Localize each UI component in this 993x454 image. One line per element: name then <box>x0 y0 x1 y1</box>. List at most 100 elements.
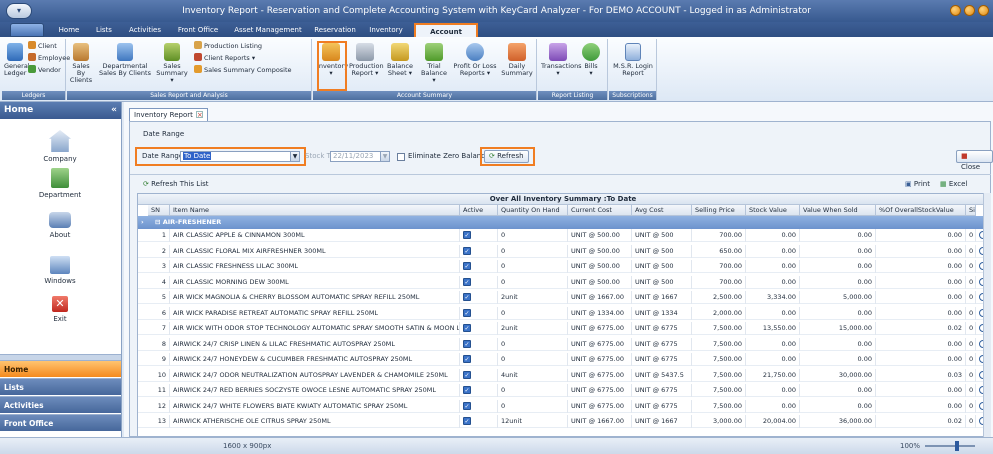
refresh-button[interactable]: ⟳ Refresh <box>484 150 529 163</box>
table-row[interactable]: 10 AIRWICK 24/7 ODOR NEUTRALIZATION AUTOS… <box>138 368 988 382</box>
client-reports-button[interactable]: Client Reports ▾ <box>194 53 255 63</box>
column-header-stock[interactable]: Stock Value <box>746 205 800 216</box>
active-checkbox[interactable]: ✓ <box>463 324 471 332</box>
active-checkbox[interactable]: ✓ <box>463 339 471 348</box>
column-header-sold[interactable]: Value When Sold <box>800 205 876 216</box>
table-row[interactable]: 6 AIR WICK PARADISE RETREAT AUTOMATIC SPR… <box>138 306 988 320</box>
table-row[interactable]: 2 AIR CLASSIC FLORAL MIX AIRFRESHNER 300M… <box>138 244 988 258</box>
profit-loss-button[interactable]: Profit Or Loss Reports ▾ <box>453 43 497 77</box>
bills-button[interactable]: Bills ▾ <box>578 43 604 77</box>
tab-inventory[interactable]: Inventory <box>366 23 406 37</box>
group-label-report-listing: Report Listing <box>538 91 607 100</box>
close-window-icon[interactable] <box>978 5 989 16</box>
group-row-air-freshener[interactable]: › ⊟ AIR-FRESHENER <box>138 216 988 229</box>
general-ledger-button[interactable]: General Ledger <box>4 43 30 77</box>
sidebar-item-about[interactable]: About <box>0 212 120 239</box>
production-listing-button[interactable]: Production Listing <box>194 41 262 51</box>
cell-qty: 0 <box>498 275 568 289</box>
table-row[interactable]: 7 AIR WICK WITH ODOR STOP TECHNOLOGY AUTO… <box>138 322 988 335</box>
close-button[interactable]: ■ Close <box>956 150 993 171</box>
sales-summary-composite-button[interactable]: Sales Summary Composite <box>194 65 292 75</box>
active-checkbox[interactable]: ✓ <box>463 246 471 255</box>
column-header-qty[interactable]: Quantity On Hand <box>498 205 568 216</box>
sidebar-item-department[interactable]: Department <box>0 168 120 199</box>
sidebar-item-company[interactable]: Company <box>0 130 120 163</box>
active-checkbox[interactable]: ✓ <box>463 308 471 317</box>
active-checkbox[interactable]: ✓ <box>463 355 471 363</box>
table-row[interactable]: 11 AIRWICK 24/7 RED BERRIES SOCZYSTE OWOC… <box>138 384 988 397</box>
eliminate-zero-checkbox[interactable] <box>397 153 405 161</box>
sales-by-clients-button[interactable]: Sales By Clients <box>69 43 93 84</box>
active-checkbox[interactable]: ✓ <box>463 386 471 394</box>
daily-summary-button[interactable]: Daily Summary <box>501 43 533 77</box>
table-row[interactable]: 8 AIRWICK 24/7 CRISP LINEN & LILAC FRESHM… <box>138 337 988 351</box>
sidebar-item-windows[interactable]: Windows <box>0 256 120 285</box>
employee-button[interactable]: Employee <box>28 53 70 63</box>
table-row[interactable]: 3 AIR CLASSIC FRESHNESS LILAC 300ML ✓ 0 UNIT… <box>138 260 988 273</box>
cell-cost: UNIT @ 6775.00 <box>568 322 632 335</box>
tab-reservation[interactable]: Reservation <box>312 23 358 37</box>
zoom-slider[interactable] <box>925 445 975 447</box>
table-row[interactable]: 4 AIR CLASSIC MORNING DEW 300ML ✓ 0 UNIT @ 5… <box>138 275 988 289</box>
tab-activities[interactable]: Activities <box>126 23 164 37</box>
production-report-button[interactable]: Production Report ▾ <box>349 43 384 77</box>
cell-qty: 0 <box>498 260 568 273</box>
refresh-list-button[interactable]: ⟳ Refresh This List <box>143 180 209 188</box>
active-checkbox[interactable]: ✓ <box>463 401 471 410</box>
minimize-icon[interactable] <box>950 5 961 16</box>
departmental-sales-button[interactable]: Departmental Sales By Clients <box>97 43 153 77</box>
active-checkbox[interactable]: ✓ <box>463 262 471 270</box>
active-checkbox[interactable]: ✓ <box>463 293 471 301</box>
column-header-name[interactable]: Item Name <box>170 205 460 216</box>
column-header-price[interactable]: Selling Price <box>692 205 746 216</box>
vendor-button[interactable]: Vendor <box>28 65 61 75</box>
vertical-scrollbar[interactable] <box>983 193 991 437</box>
sales-summary-button[interactable]: Sales Summary ▾ <box>155 43 189 84</box>
column-header-avg[interactable]: Avg Cost <box>632 205 692 216</box>
nav-lists[interactable]: Lists <box>0 378 121 395</box>
table-row[interactable]: 13 AIRWICK ATHERISCHE OLE CITRUS SPRAY 25… <box>138 415 988 428</box>
column-header-si[interactable]: Si <box>966 205 976 216</box>
active-checkbox[interactable]: ✓ <box>463 231 471 239</box>
tab-asset-management[interactable]: Asset Management <box>232 23 304 37</box>
dropdown-arrow-icon[interactable]: ▼ <box>290 152 299 161</box>
table-row[interactable]: 12 AIRWICK 24/7 WHITE FLOWERS BIATE KWIAT… <box>138 399 988 413</box>
table-row[interactable]: 5 AIR WICK MAGNOLIA & CHERRY BLOSSOM AUTO… <box>138 291 988 304</box>
column-header-sn[interactable]: SN <box>148 205 170 216</box>
expand-group-icon[interactable]: › <box>138 216 150 229</box>
column-header-pct[interactable]: %Of OverallStockValue <box>876 205 966 216</box>
table-row[interactable]: 9 AIRWICK 24/7 HONEYDEW & CUCUMBER FRESHM… <box>138 353 988 366</box>
column-header-active[interactable]: Active <box>460 205 498 216</box>
table-row[interactable]: 1 AIR CLASSIC APPLE & CINNAMON 300ML ✓ 0 UNI… <box>138 229 988 242</box>
transactions-button[interactable]: Transactions ▾ <box>541 43 582 77</box>
close-tab-icon[interactable]: × <box>195 111 203 119</box>
msr-login-report-button[interactable]: M.S.R. Login Report <box>613 43 653 77</box>
nav-activities[interactable]: Activities <box>0 396 121 413</box>
zoom-slider-thumb[interactable] <box>955 441 959 451</box>
nav-front-office[interactable]: Front Office <box>0 414 121 431</box>
tab-home[interactable]: Home <box>54 23 84 37</box>
cell-sn: 4 <box>148 275 170 289</box>
doc-tab-inventory-report[interactable]: Inventory Report × <box>129 108 208 121</box>
active-cell: ✓ <box>460 291 498 304</box>
tab-front-office[interactable]: Front Office <box>174 23 222 37</box>
active-checkbox[interactable]: ✓ <box>463 277 471 286</box>
maximize-icon[interactable] <box>964 5 975 16</box>
file-menu-button[interactable] <box>10 23 44 37</box>
cell-pct: 0.03 <box>876 368 966 382</box>
column-header-cost[interactable]: Current Cost <box>568 205 632 216</box>
print-button[interactable]: ▣ Print <box>905 180 930 188</box>
excel-button[interactable]: ▦ Excel <box>940 180 967 188</box>
collapse-sidebar-icon[interactable]: « <box>111 102 117 119</box>
balance-sheet-button[interactable]: Balance Sheet ▾ <box>385 43 415 77</box>
client-button[interactable]: Client <box>28 41 57 51</box>
tab-lists[interactable]: Lists <box>92 23 116 37</box>
tab-account-report[interactable]: Account Report <box>414 23 478 50</box>
active-checkbox[interactable]: ✓ <box>463 417 471 425</box>
date-range-select[interactable]: To Date ▼ <box>180 151 300 162</box>
trial-balance-button[interactable]: Trial Balance ▾ <box>419 43 449 84</box>
faucet-icon <box>49 212 71 228</box>
nav-home[interactable]: Home <box>0 360 121 377</box>
active-checkbox[interactable]: ✓ <box>463 370 471 379</box>
sidebar-item-exit[interactable]: ✕ Exit <box>0 296 120 323</box>
